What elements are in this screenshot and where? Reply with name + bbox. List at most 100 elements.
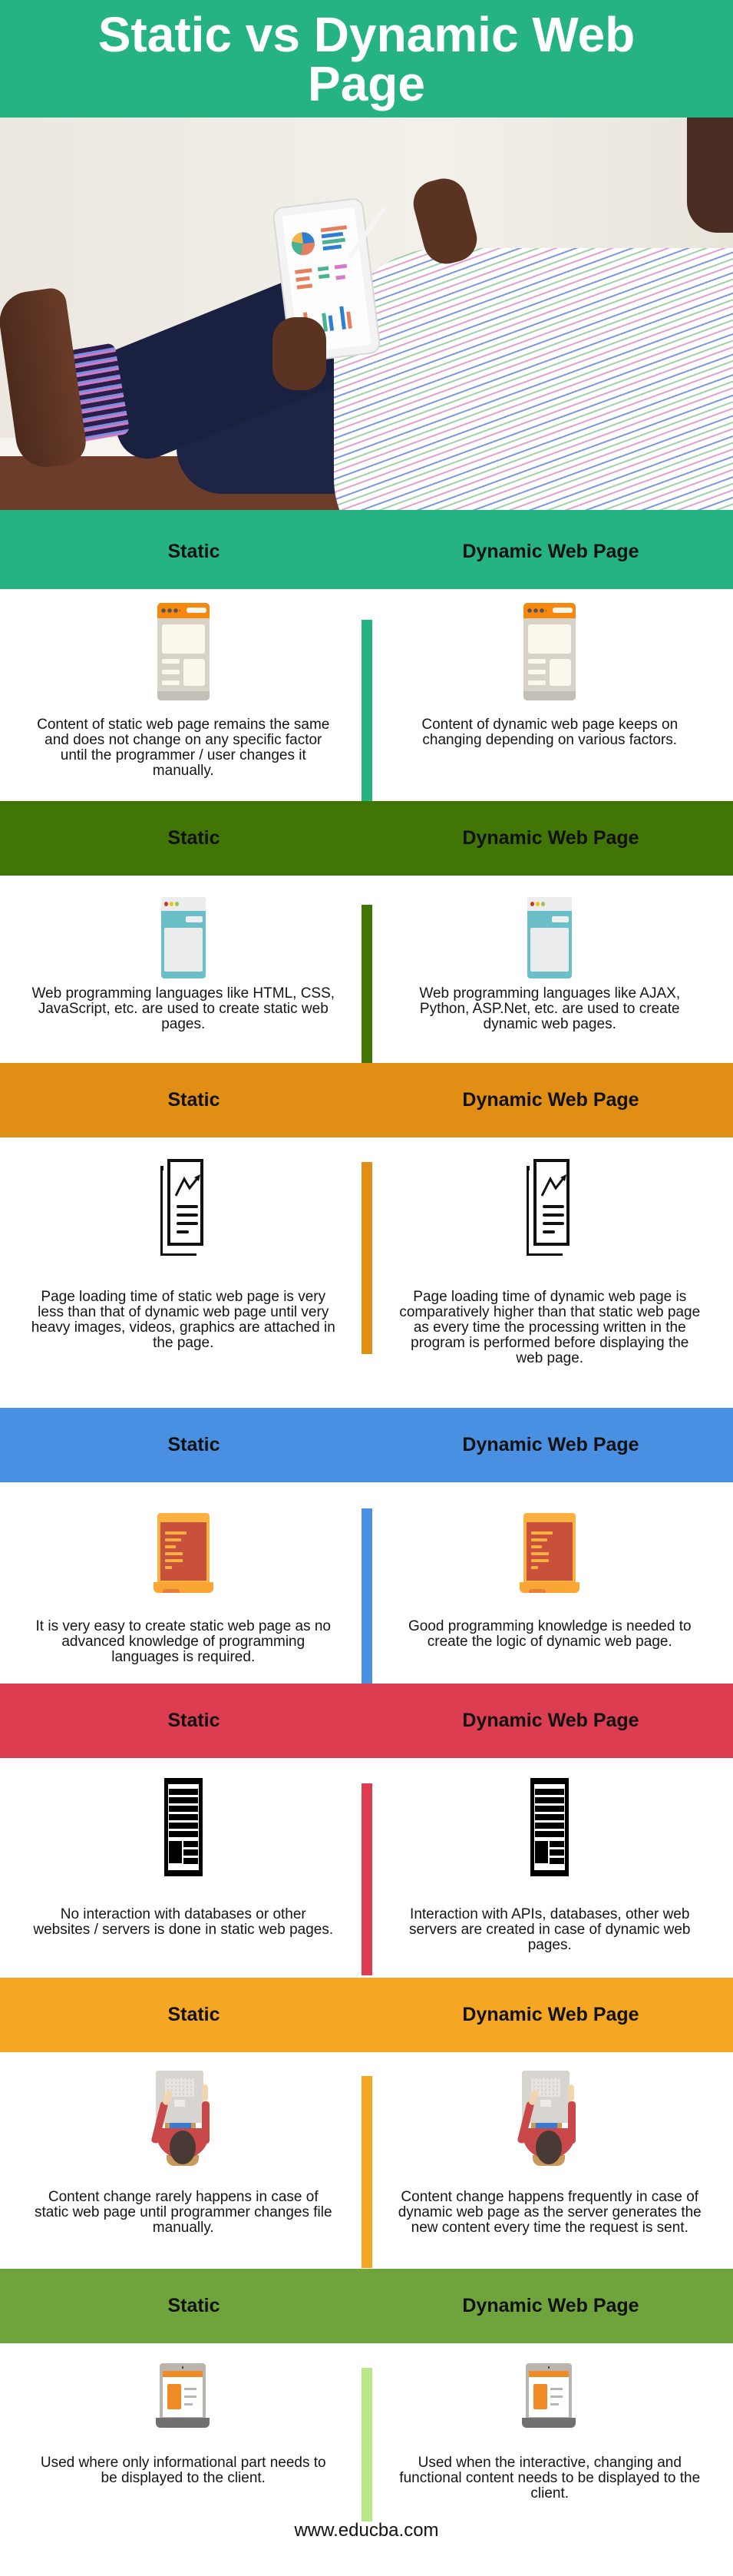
- column-divider: [362, 2076, 372, 2268]
- section-body: No interaction with databases or other w…: [0, 1758, 733, 1978]
- comparison-section: Static Dynamic Web Page It is very easy …: [0, 1408, 733, 1684]
- web-page-layout-icon: [163, 1778, 203, 1876]
- tablet-bar: [296, 283, 312, 290]
- section-header: Static Dynamic Web Page: [0, 1684, 733, 1758]
- tablet-bar: [322, 244, 342, 251]
- column-divider: [362, 620, 372, 801]
- document-chart-icon: [527, 1159, 573, 1259]
- section-body: Page loading time of static web page is …: [0, 1137, 733, 1408]
- section-header: Static Dynamic Web Page: [0, 2269, 733, 2343]
- section-body: It is very easy to create static web pag…: [0, 1482, 733, 1684]
- dynamic-description: Used when the interactive, changing and …: [399, 2455, 701, 2502]
- section-body: Content change rarely happens in case of…: [0, 2052, 733, 2269]
- static-column-heading: Static: [167, 827, 220, 849]
- dynamic-column-heading: Dynamic Web Page: [462, 827, 639, 849]
- dynamic-column: Page loading time of dynamic web page is…: [367, 1137, 733, 1408]
- static-description: Used where only informational part needs…: [40, 2455, 326, 2486]
- column-divider: [362, 905, 372, 1063]
- striped-shirt: [334, 248, 733, 510]
- app-window-icon: [160, 897, 206, 978]
- dynamic-column-heading: Dynamic Web Page: [462, 2004, 639, 2025]
- static-column: Content change rarely happens in case of…: [0, 2052, 367, 2269]
- laptop-website-icon: [522, 2363, 577, 2428]
- section-body: Web programming languages like HTML, CSS…: [0, 876, 733, 1063]
- dynamic-column: Interaction with APIs, databases, other …: [367, 1758, 733, 1978]
- dynamic-column-heading: Dynamic Web Page: [462, 1710, 639, 1731]
- static-column: Web programming languages like HTML, CSS…: [0, 876, 367, 1063]
- document-chart-icon: [160, 1159, 206, 1259]
- dynamic-column: Used when the interactive, changing and …: [367, 2343, 733, 2512]
- browser-window-icon: [523, 603, 576, 700]
- comparison-sections: Static Dynamic Web Page Content of stati…: [0, 515, 733, 2521]
- column-divider: [362, 1508, 372, 1684]
- comparison-section: Static Dynamic Web Page Content change r…: [0, 1978, 733, 2269]
- static-column-heading: Static: [167, 541, 220, 562]
- section-header: Static Dynamic Web Page: [0, 801, 733, 876]
- static-description: Page loading time of static web page is …: [31, 1289, 335, 1351]
- browser-window-icon: [157, 603, 210, 700]
- tablet-bar: [319, 273, 330, 280]
- dynamic-description: Interaction with APIs, databases, other …: [409, 1906, 691, 1953]
- static-column: No interaction with databases or other w…: [0, 1758, 367, 1978]
- programmer-at-desk-icon: [150, 2071, 211, 2167]
- static-column-heading: Static: [167, 2004, 220, 2025]
- hero-image: [0, 118, 733, 515]
- dynamic-description: Content change happens frequently in cas…: [398, 2189, 702, 2236]
- static-column: Content of static web page remains the s…: [0, 589, 367, 801]
- dynamic-column: Content change happens frequently in cas…: [367, 2052, 733, 2269]
- tablet-bar: [296, 276, 310, 282]
- tablet-bar: [335, 275, 345, 280]
- static-description: Content change rarely happens in case of…: [34, 2189, 332, 2236]
- tablet-column: [346, 311, 352, 329]
- section-header: Static Dynamic Web Page: [0, 515, 733, 589]
- page-title: Static vs Dynamic Web Page: [97, 6, 636, 111]
- tablet-bar: [317, 266, 329, 272]
- dynamic-column: Content of dynamic web page keeps on cha…: [367, 589, 733, 801]
- comparison-section: Static Dynamic Web Page Used where only …: [0, 2269, 733, 2521]
- static-description: Web programming languages like HTML, CSS…: [31, 985, 335, 1032]
- comparison-section: Static Dynamic Web Page Web programming …: [0, 801, 733, 1063]
- programmer-at-desk-icon: [517, 2071, 577, 2167]
- comparison-section: Static Dynamic Web Page Page loading tim…: [0, 1063, 733, 1408]
- dynamic-column-heading: Dynamic Web Page: [462, 1089, 639, 1111]
- title-banner: Static vs Dynamic Web Page: [0, 0, 733, 118]
- static-description: No interaction with databases or other w…: [33, 1906, 334, 1938]
- section-header: Static Dynamic Web Page: [0, 1408, 733, 1482]
- dynamic-description: Page loading time of dynamic web page is…: [399, 1289, 701, 1366]
- app-window-icon: [527, 897, 573, 978]
- comparison-section: Static Dynamic Web Page Content of stati…: [0, 515, 733, 801]
- dynamic-description: Good programming knowledge is needed to …: [408, 1618, 692, 1650]
- laptop-website-icon: [155, 2363, 211, 2428]
- head: [687, 118, 733, 233]
- code-laptop-icon: [520, 1513, 580, 1593]
- tablet-bar: [322, 237, 346, 245]
- dynamic-column-heading: Dynamic Web Page: [462, 541, 639, 562]
- tablet-bar: [334, 263, 348, 270]
- static-column: It is very easy to create static web pag…: [0, 1482, 367, 1684]
- static-column-heading: Static: [167, 2295, 220, 2316]
- static-description: It is very easy to create static web pag…: [35, 1618, 331, 1665]
- column-divider: [362, 1783, 372, 1975]
- section-body: Used where only informational part needs…: [0, 2343, 733, 2521]
- column-divider: [362, 1162, 372, 1354]
- dynamic-column: Good programming knowledge is needed to …: [367, 1482, 733, 1684]
- tablet-bar: [295, 268, 312, 274]
- static-column: Used where only informational part needs…: [0, 2343, 367, 2512]
- tablet-bar: [320, 225, 348, 233]
- tablet-bar: [321, 231, 344, 239]
- code-laptop-icon: [153, 1513, 213, 1593]
- hand: [272, 317, 326, 390]
- dynamic-description: Web programming languages like AJAX, Pyt…: [419, 985, 681, 1032]
- section-body: Content of static web page remains the s…: [0, 589, 733, 801]
- static-column-heading: Static: [167, 1089, 220, 1111]
- tablet-pie-chart: [290, 230, 316, 257]
- static-description: Content of static web page remains the s…: [37, 717, 330, 779]
- comparison-section: Static Dynamic Web Page No interaction w…: [0, 1684, 733, 1978]
- column-divider: [362, 2368, 372, 2521]
- dynamic-column: Web programming languages like AJAX, Pyt…: [367, 876, 733, 1063]
- static-column: Page loading time of static web page is …: [0, 1137, 367, 1408]
- section-header: Static Dynamic Web Page: [0, 1063, 733, 1137]
- tablet-column: [328, 315, 335, 331]
- static-column-heading: Static: [167, 1434, 220, 1455]
- dynamic-column-heading: Dynamic Web Page: [462, 2295, 639, 2316]
